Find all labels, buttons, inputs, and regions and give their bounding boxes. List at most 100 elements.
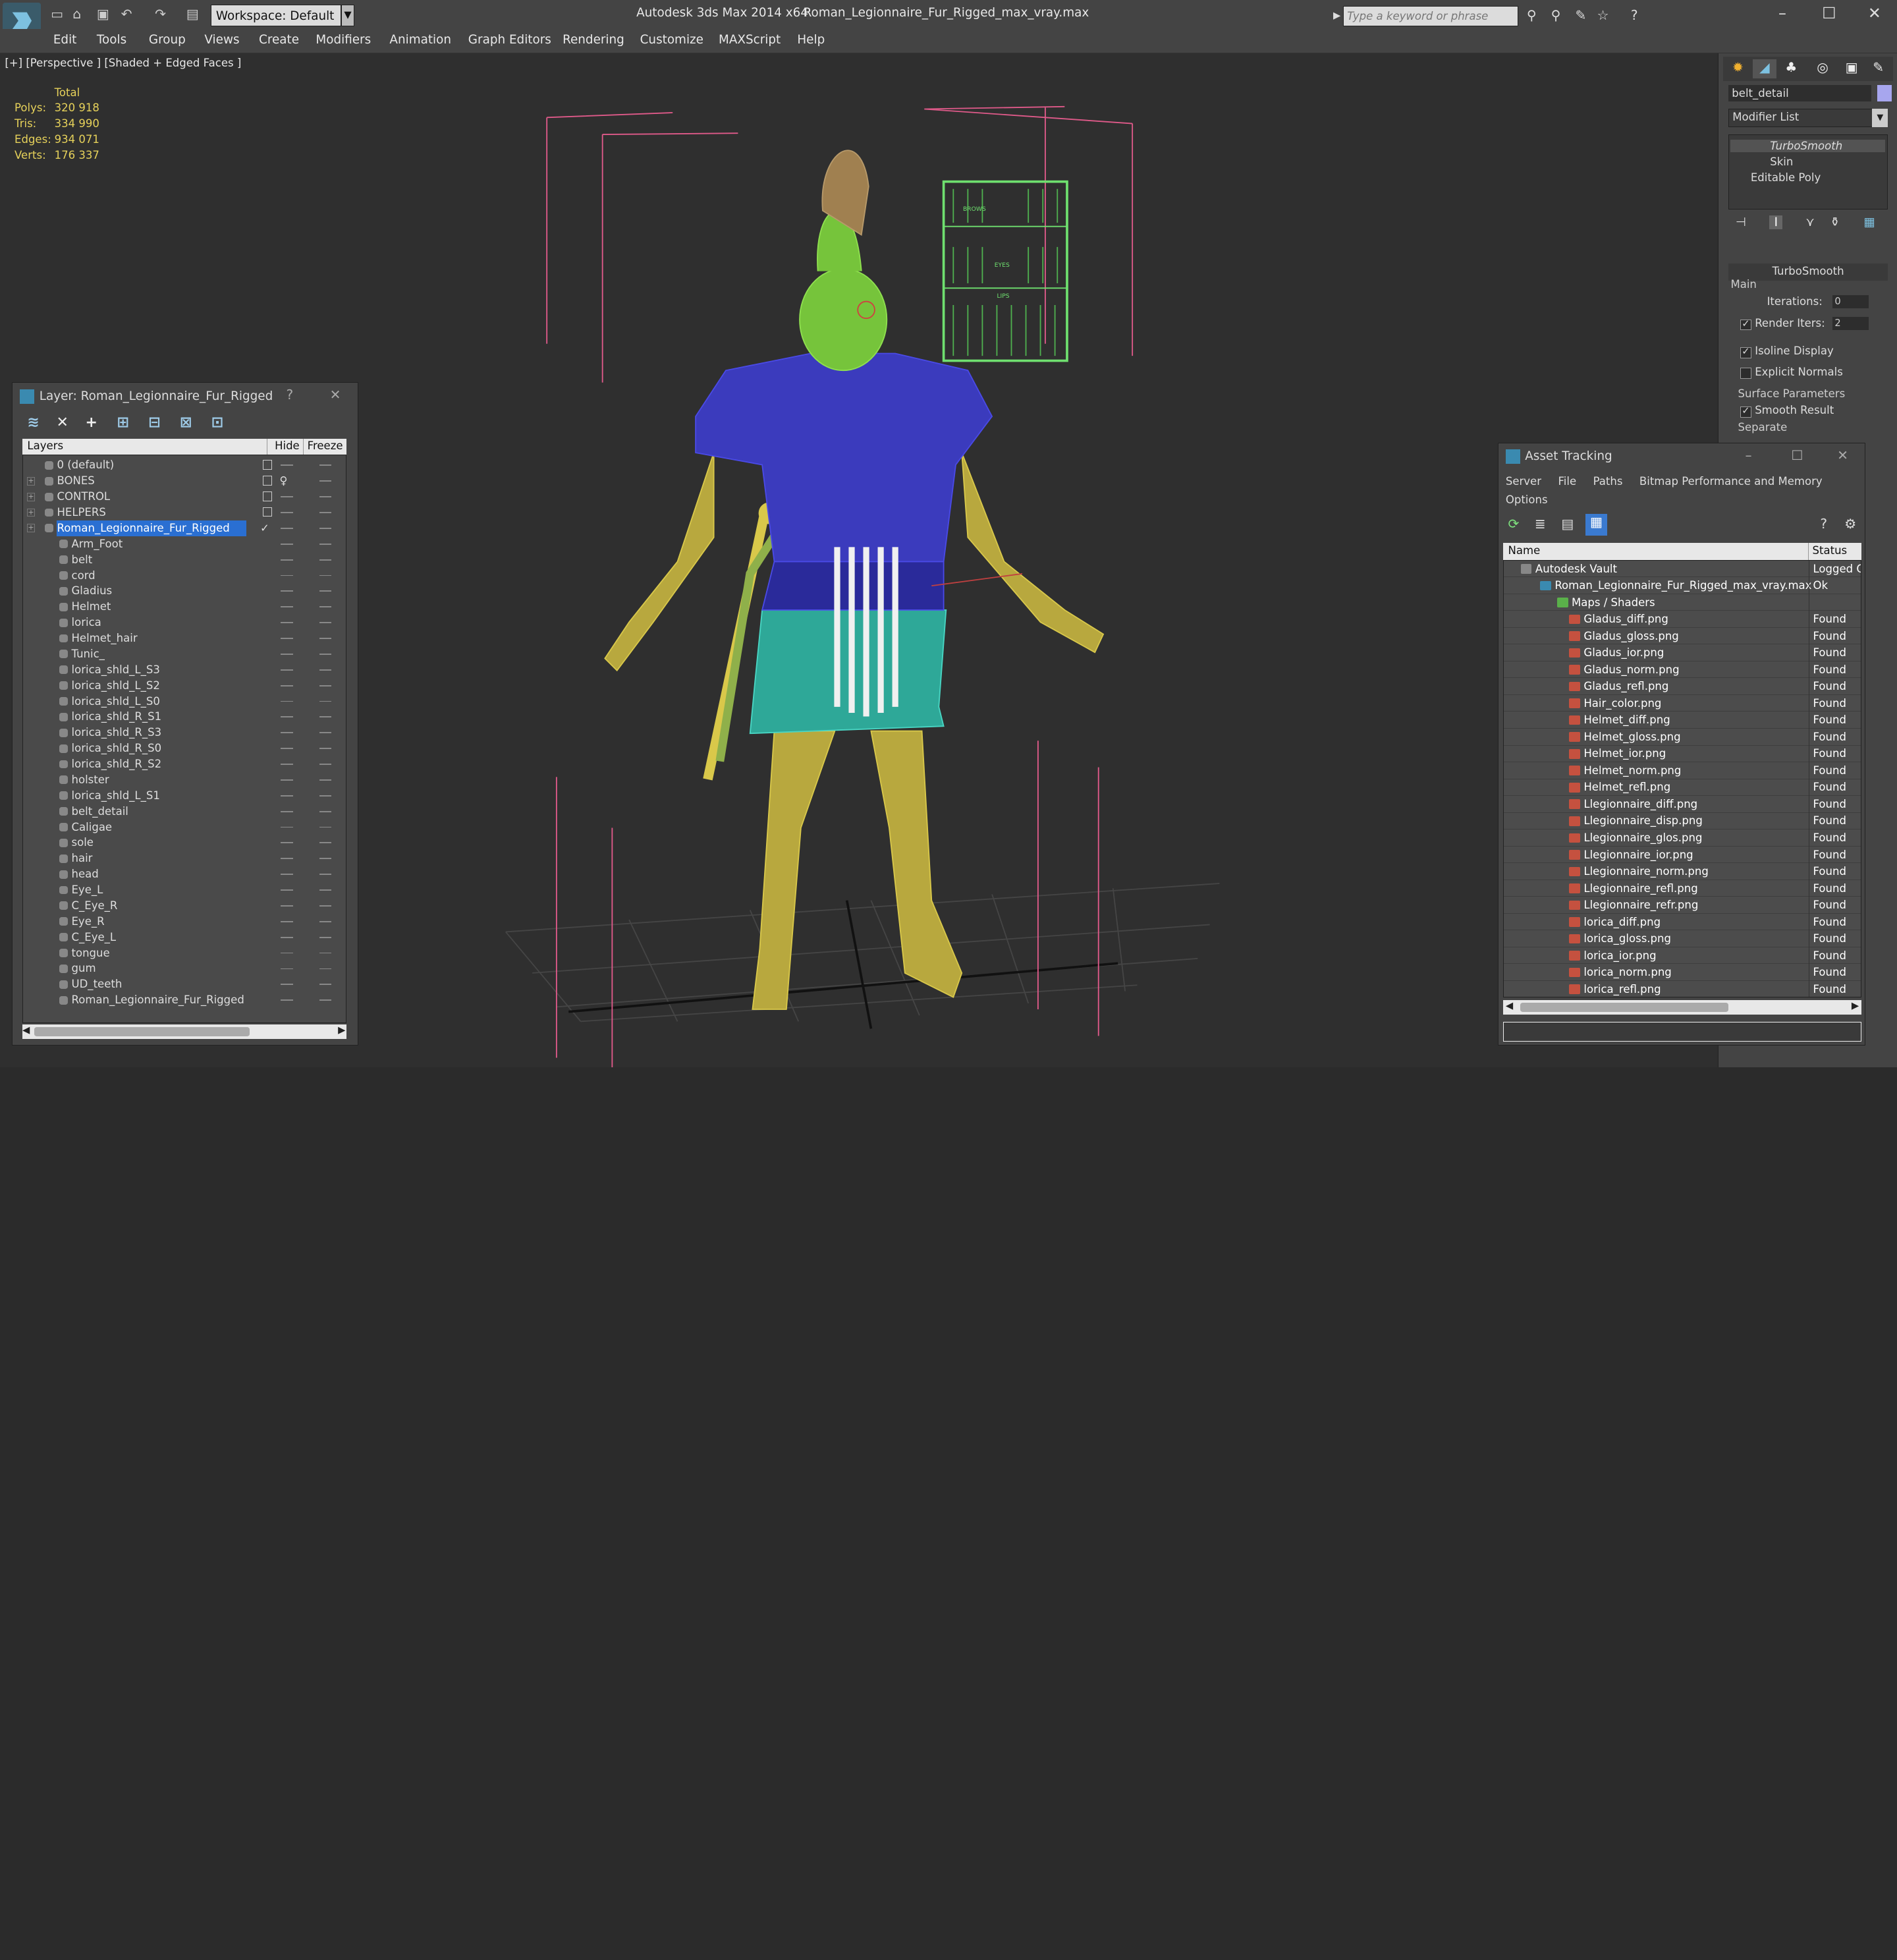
freeze-dash[interactable]	[319, 638, 332, 639]
asset-row[interactable]: Autodesk Vault Logged O	[1504, 560, 1861, 578]
freeze-dash[interactable]	[319, 685, 332, 686]
freeze-dash[interactable]	[319, 795, 332, 797]
object-row[interactable]: UD_teeth	[23, 976, 346, 992]
binoculars-icon[interactable]: ⚲	[1527, 7, 1537, 23]
asset-menu-server[interactable]: Server	[1506, 475, 1541, 488]
hide-dash[interactable]	[281, 669, 293, 671]
asset-row[interactable]: lorica_norm.png Found	[1504, 964, 1861, 981]
hide-dash[interactable]	[281, 543, 293, 545]
hide-dash[interactable]	[281, 905, 293, 907]
menu-animation[interactable]: Animation	[389, 33, 451, 47]
menu-graph-editors[interactable]: Graph Editors	[468, 33, 551, 47]
asset-row[interactable]: Llegionnaire_norm.png Found	[1504, 863, 1861, 880]
layer-row[interactable]: + BONES ♀	[23, 473, 346, 489]
hide-dash[interactable]	[281, 638, 293, 639]
asset-row[interactable]: Gladus_norm.png Found	[1504, 661, 1861, 679]
freeze-dash[interactable]	[319, 999, 332, 1001]
asset-row[interactable]: Helmet_refl.png Found	[1504, 779, 1861, 797]
layer-scroll-thumb[interactable]	[34, 1026, 250, 1037]
table-view-icon[interactable]: ▦	[1585, 513, 1608, 536]
object-row[interactable]: Gladius	[23, 583, 346, 599]
freeze-dash[interactable]	[319, 559, 332, 561]
stack-item-skin[interactable]: Skin	[1746, 155, 1793, 168]
workspace-dropdown-icon[interactable]: ▼	[341, 5, 355, 27]
asset-row[interactable]: Gladus_ior.png Found	[1504, 644, 1861, 661]
asset-settings-icon[interactable]: ⚙	[1844, 516, 1856, 532]
scroll-left-icon[interactable]: ◀	[22, 1024, 30, 1036]
hide-dash[interactable]	[281, 999, 293, 1001]
add-layer-icon[interactable]: +	[86, 414, 97, 431]
asset-row[interactable]: lorica_refl.png Found	[1504, 980, 1861, 997]
hierarchy-tab-icon[interactable]: ♣	[1779, 59, 1803, 78]
asset-row[interactable]: Roman_Legionnaire_Fur_Rigged_max_vray.ma…	[1504, 577, 1861, 594]
pin-stack-icon[interactable]: ⊣	[1736, 215, 1746, 229]
asset-column-status[interactable]: Status	[1808, 542, 1847, 560]
communication-center-icon[interactable]: ✎	[1575, 7, 1586, 23]
object-row[interactable]: lorica_shld_L_S3	[23, 662, 346, 678]
hide-dash[interactable]	[281, 716, 293, 718]
hide-dash[interactable]	[281, 574, 293, 576]
freeze-dash[interactable]	[319, 936, 332, 938]
delete-layer-icon[interactable]: ✕	[56, 414, 68, 431]
object-row[interactable]: gum	[23, 961, 346, 976]
freeze-dash[interactable]	[319, 748, 332, 750]
object-name-field[interactable]: belt_detail	[1728, 84, 1871, 102]
modifier-list-select[interactable]: Modifier List	[1728, 109, 1879, 127]
object-row[interactable]: hair	[23, 851, 346, 866]
freeze-dash[interactable]	[319, 496, 332, 498]
minimize-icon[interactable]: –	[1778, 4, 1786, 22]
hide-dash[interactable]	[281, 512, 293, 513]
asset-menu-bitmap[interactable]: Bitmap Performance and Memory	[1639, 475, 1823, 488]
asset-path-input[interactable]	[1503, 1022, 1861, 1042]
layer-panel-help-icon[interactable]: ?	[286, 387, 293, 403]
expand-icon[interactable]: +	[26, 493, 36, 501]
layer-row[interactable]: + Roman_Legionnaire_Fur_Rigged ✓	[23, 520, 346, 536]
explicit-normals-checkbox[interactable]	[1740, 368, 1751, 379]
create-tab-icon[interactable]: ✹	[1726, 59, 1750, 78]
smooth-result-checkbox[interactable]: ✓	[1740, 406, 1751, 418]
asset-hscrollbar[interactable]: ◀ ▶	[1503, 1000, 1861, 1015]
layer-row[interactable]: + CONTROL	[23, 489, 346, 505]
viewport-label[interactable]: [+] [Perspective ] [Shaded + Edged Faces…	[5, 57, 241, 69]
freeze-dash[interactable]	[319, 952, 332, 954]
expand-icon[interactable]: +	[26, 477, 36, 486]
freeze-dash[interactable]	[319, 764, 332, 765]
asset-row[interactable]: lorica_diff.png Found	[1504, 913, 1861, 931]
object-row[interactable]: lorica_shld_L_S2	[23, 678, 346, 694]
object-row[interactable]: Helmet_hair	[23, 630, 346, 646]
search-input[interactable]: Type a keyword or phrase	[1342, 6, 1519, 27]
freeze-dash[interactable]	[319, 464, 332, 466]
hide-dash[interactable]	[281, 952, 293, 954]
asset-row[interactable]: Llegionnaire_refl.png Found	[1504, 880, 1861, 897]
object-row[interactable]: Caligae	[23, 820, 346, 835]
isoline-display-checkbox[interactable]: ✓	[1740, 347, 1751, 358]
asset-close-icon[interactable]: ✕	[1837, 447, 1848, 463]
asset-row[interactable]: Llegionnaire_refr.png Found	[1504, 897, 1861, 914]
hide-dash[interactable]	[281, 858, 293, 860]
freeze-dash[interactable]	[319, 716, 332, 718]
object-row[interactable]: Helmet	[23, 599, 346, 615]
close-icon[interactable]: ✕	[1868, 4, 1881, 22]
hide-dash[interactable]	[281, 606, 293, 608]
freeze-dash[interactable]	[319, 653, 332, 655]
object-row[interactable]: head	[23, 866, 346, 882]
hide-dash[interactable]	[281, 527, 293, 529]
help-icon[interactable]: ?	[1631, 7, 1638, 23]
object-row[interactable]: C_Eye_R	[23, 898, 346, 914]
hide-dash[interactable]	[281, 936, 293, 938]
asset-row[interactable]: Maps / Shaders	[1504, 594, 1861, 611]
asset-row[interactable]: Gladus_gloss.png Found	[1504, 627, 1861, 645]
object-row[interactable]: lorica	[23, 615, 346, 630]
freeze-dash[interactable]	[319, 842, 332, 844]
freeze-dash[interactable]	[319, 543, 332, 545]
render-iters-checkbox[interactable]: ✓	[1740, 319, 1751, 331]
freeze-dash[interactable]	[319, 968, 332, 970]
object-row[interactable]: cord	[23, 568, 346, 584]
asset-column-name[interactable]: Name	[1508, 543, 1541, 559]
hide-dash[interactable]	[281, 748, 293, 750]
asset-row[interactable]: lorica_ior.png Found	[1504, 947, 1861, 965]
hide-all-icon[interactable]: ⊠	[180, 414, 192, 431]
project-folder-icon[interactable]: ▤	[186, 6, 199, 22]
object-row[interactable]: lorica_shld_R_S2	[23, 756, 346, 772]
hide-dash[interactable]	[281, 810, 293, 812]
